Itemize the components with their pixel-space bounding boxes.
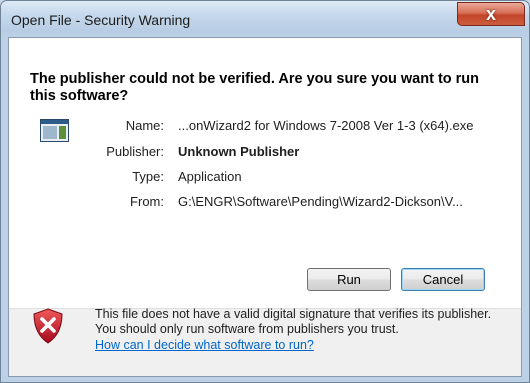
cancel-button[interactable]: Cancel bbox=[401, 268, 485, 291]
type-value: Application bbox=[178, 169, 242, 184]
close-button[interactable]: x bbox=[457, 2, 525, 26]
name-label: Name: bbox=[125, 118, 164, 133]
window-title: Open File - Security Warning bbox=[11, 12, 191, 28]
security-warning-dialog: Open File - Security Warning x The publi… bbox=[0, 0, 530, 383]
type-label: Type: bbox=[132, 169, 164, 184]
shield-x-icon bbox=[33, 308, 63, 344]
unsigned-warning-text: This file does not have a valid digital … bbox=[95, 307, 492, 336]
run-button[interactable]: Run bbox=[307, 268, 391, 291]
name-value: ...onWizard2 for Windows 7-2008 Ver 1-3 … bbox=[178, 118, 474, 133]
verification-question: The publisher could not be verified. Are… bbox=[30, 71, 480, 104]
title-bar[interactable]: Open File - Security Warning x bbox=[1, 1, 529, 37]
from-value: G:\ENGR\Software\Pending\Wizard2-Dickson… bbox=[178, 194, 463, 209]
help-link[interactable]: How can I decide what software to run? bbox=[95, 338, 314, 352]
publisher-value: Unknown Publisher bbox=[178, 144, 300, 159]
close-icon: x bbox=[485, 3, 496, 24]
from-label: From: bbox=[130, 194, 164, 209]
publisher-label: Publisher: bbox=[106, 144, 164, 159]
